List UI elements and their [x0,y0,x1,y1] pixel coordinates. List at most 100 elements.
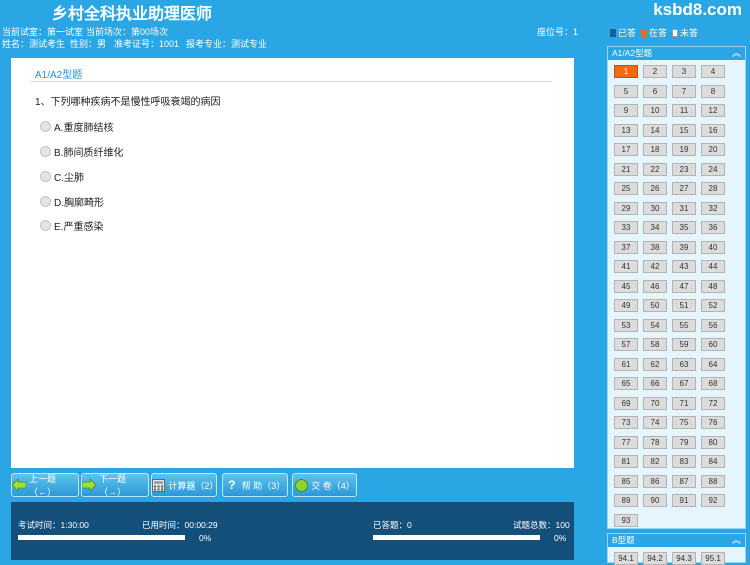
question-nav-button[interactable]: 41 [614,260,638,273]
question-nav-button[interactable]: 79 [672,435,696,449]
help-button[interactable]: ? 帮 助（3） [222,473,288,497]
option-d[interactable]: D.胸廓畸形 [40,194,104,209]
question-nav-button[interactable]: 9 [614,104,638,117]
question-nav-button[interactable]: 69 [614,396,638,410]
question-nav-button[interactable]: 51 [672,299,696,312]
question-nav-button[interactable]: 93 [614,513,638,527]
option-a[interactable]: A.重度肺结核 [40,119,113,134]
question-nav-button[interactable]: 62 [643,357,667,371]
question-nav-button[interactable]: 81 [614,455,638,468]
question-nav-button[interactable]: 90 [643,494,667,507]
question-nav-button[interactable]: 35 [672,221,696,234]
question-nav-button[interactable]: 3 [672,65,696,78]
question-nav-button[interactable]: 29 [614,201,638,215]
question-nav-button[interactable]: 50 [643,299,667,312]
question-nav-button[interactable]: 20 [701,143,725,156]
question-nav-button[interactable]: 18 [643,143,667,156]
question-nav-button[interactable]: 46 [643,279,667,293]
question-nav-button[interactable]: 17 [614,143,638,156]
option-e[interactable]: E.严重感染 [40,218,103,233]
question-nav-button[interactable]: 47 [672,279,696,293]
question-nav-button[interactable]: 76 [701,416,725,429]
question-nav-button[interactable]: 12 [701,104,725,117]
question-nav-button[interactable]: 11 [672,104,696,117]
question-nav-button[interactable]: 77 [614,435,638,449]
question-nav-button[interactable]: 15 [672,123,696,137]
question-nav-button[interactable]: 49 [614,299,638,312]
question-nav-button[interactable]: 86 [643,474,667,488]
question-nav-button[interactable]: 74 [643,416,667,429]
question-nav-button[interactable]: 2 [643,65,667,78]
question-nav-button[interactable]: 57 [614,338,638,351]
question-nav-button[interactable]: 84 [701,455,725,468]
question-nav-button[interactable]: 13 [614,123,638,137]
radio-button[interactable] [40,220,51,231]
panel-b-header[interactable]: B型题 ︽ [608,534,745,547]
question-nav-button[interactable]: 64 [701,357,725,371]
option-c[interactable]: C.尘肺 [40,169,84,184]
question-nav-button[interactable]: 6 [643,84,667,98]
question-nav-button[interactable]: 34 [643,221,667,234]
question-nav-button[interactable]: 67 [672,377,696,390]
question-nav-button[interactable]: 42 [643,260,667,273]
question-nav-button[interactable]: 36 [701,221,725,234]
question-nav-button[interactable]: 60 [701,338,725,351]
question-nav-button[interactable]: 88 [701,474,725,488]
question-nav-button[interactable]: 80 [701,435,725,449]
question-nav-button[interactable]: 37 [614,240,638,254]
collapse-icon[interactable]: ︽ [732,47,741,60]
question-nav-button[interactable]: 10 [643,104,667,117]
question-nav-button[interactable]: 14 [643,123,667,137]
question-nav-button[interactable]: 28 [701,182,725,195]
question-nav-button[interactable]: 78 [643,435,667,449]
question-nav-button[interactable]: 19 [672,143,696,156]
question-nav-button[interactable]: 27 [672,182,696,195]
question-nav-button[interactable]: 65 [614,377,638,390]
question-nav-button[interactable]: 63 [672,357,696,371]
question-nav-button[interactable]: 94.3 [672,552,696,565]
question-nav-button[interactable]: 45 [614,279,638,293]
panel-a1a2-header[interactable]: A1/A2型题 ︽ [608,47,745,60]
question-nav-button[interactable]: 26 [643,182,667,195]
next-question-button[interactable]: 下一题（→） [81,473,149,497]
question-nav-button[interactable]: 16 [701,123,725,137]
question-nav-button[interactable]: 55 [672,318,696,332]
question-nav-button[interactable]: 92 [701,494,725,507]
question-nav-button[interactable]: 70 [643,396,667,410]
question-nav-button[interactable]: 30 [643,201,667,215]
question-nav-button[interactable]: 8 [701,84,725,98]
question-nav-button[interactable]: 25 [614,182,638,195]
question-nav-button[interactable]: 66 [643,377,667,390]
question-nav-button[interactable]: 40 [701,240,725,254]
radio-button[interactable] [40,146,51,157]
question-nav-button[interactable]: 68 [701,377,725,390]
question-nav-button[interactable]: 75 [672,416,696,429]
question-nav-button[interactable]: 44 [701,260,725,273]
radio-button[interactable] [40,171,51,182]
question-nav-button[interactable]: 85 [614,474,638,488]
question-nav-button[interactable]: 71 [672,396,696,410]
question-nav-button[interactable]: 82 [643,455,667,468]
option-b[interactable]: B.肺间质纤维化 [40,144,123,159]
question-nav-button[interactable]: 1 [614,65,638,78]
question-nav-button[interactable]: 22 [643,162,667,176]
question-nav-button[interactable]: 94.2 [643,552,667,565]
question-nav-button[interactable]: 58 [643,338,667,351]
question-nav-button[interactable]: 61 [614,357,638,371]
question-nav-button[interactable]: 59 [672,338,696,351]
question-nav-button[interactable]: 53 [614,318,638,332]
question-nav-button[interactable]: 87 [672,474,696,488]
question-nav-button[interactable]: 54 [643,318,667,332]
question-nav-button[interactable]: 48 [701,279,725,293]
question-nav-button[interactable]: 23 [672,162,696,176]
radio-button[interactable] [40,121,51,132]
question-nav-button[interactable]: 38 [643,240,667,254]
question-nav-button[interactable]: 43 [672,260,696,273]
question-nav-button[interactable]: 56 [701,318,725,332]
question-nav-button[interactable]: 95.1 [701,552,725,565]
question-nav-button[interactable]: 91 [672,494,696,507]
submit-button[interactable]: 交 卷（4） [292,473,357,497]
question-nav-button[interactable]: 21 [614,162,638,176]
calculator-button[interactable]: 计算器（2） [151,473,218,497]
question-nav-button[interactable]: 7 [672,84,696,98]
